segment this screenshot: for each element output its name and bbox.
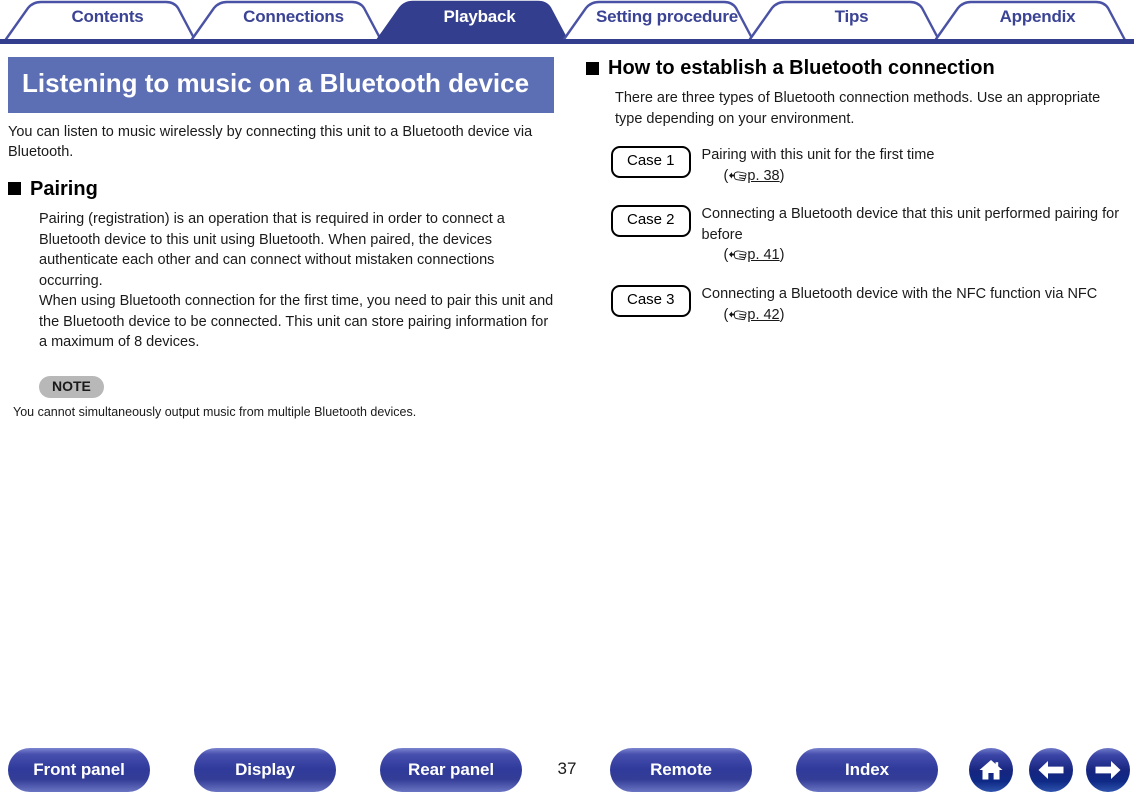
how-to-intro-paragraph: There are three types of Bluetooth conne…: [615, 90, 1101, 127]
footer-button-forward[interactable]: [1086, 748, 1130, 792]
footer-button-display[interactable]: Display: [194, 748, 336, 792]
page-link-text[interactable]: p. 42: [747, 307, 779, 323]
ref-close-paren: ): [779, 306, 785, 323]
arrow-left-icon: [1038, 761, 1064, 779]
case-chip-2[interactable]: Case 2: [611, 205, 691, 237]
tab-connections[interactable]: Connections: [216, 7, 371, 27]
case-page-reference-3[interactable]: ( p. 42): [724, 305, 1098, 328]
pointing-hand-icon: [728, 307, 747, 328]
footer-button-remote[interactable]: Remote: [610, 748, 752, 792]
tab-bar: Contents Connections Playback Setting pr…: [0, 0, 1134, 44]
case-row: Case 2 Connecting a Bluetooth device tha…: [611, 204, 1126, 268]
case-row: Case 3 Connecting a Bluetooth device wit…: [611, 284, 1126, 327]
pairing-paragraph-1: Pairing (registration) is an operation t…: [39, 210, 505, 289]
note-block: NOTE You cannot simultaneously output mu…: [13, 376, 554, 422]
ref-close-paren: ): [779, 247, 785, 264]
note-badge: NOTE: [39, 376, 104, 399]
case-description-2: Connecting a Bluetooth device that this …: [702, 204, 1126, 268]
right-column: How to establish a Bluetooth connection …: [586, 44, 1126, 343]
pairing-paragraph-2: When using Bluetooth connection for the …: [39, 293, 554, 351]
footer-button-front-panel[interactable]: Front panel: [8, 748, 150, 792]
tab-appendix[interactable]: Appendix: [960, 7, 1115, 27]
page-link-text[interactable]: p. 38: [747, 168, 779, 184]
square-bullet-icon: [8, 182, 21, 196]
chapter-title-banner: Listening to music on a Bluetooth device: [8, 57, 554, 113]
case-description-text: Connecting a Bluetooth device with the N…: [701, 286, 1098, 303]
page-number: 37: [557, 759, 577, 778]
case-description-text: Connecting a Bluetooth device that this …: [701, 206, 1120, 243]
tab-contents[interactable]: Contents: [30, 7, 185, 27]
section-heading-how-to-establish: How to establish a Bluetooth connection: [586, 57, 1126, 79]
footer-button-back[interactable]: [1029, 748, 1073, 792]
note-text: You cannot simultaneously output music f…: [13, 405, 417, 420]
left-column: Listening to music on a Bluetooth device…: [8, 44, 554, 422]
footer-button-rear-panel[interactable]: Rear panel: [380, 748, 522, 792]
section-heading-pairing: Pairing: [8, 178, 554, 200]
case-page-reference-2[interactable]: ( p. 41): [724, 245, 1126, 268]
case-description-1: Pairing with this unit for the first tim…: [702, 145, 935, 188]
square-bullet-icon: [586, 61, 599, 75]
case-page-reference-1[interactable]: ( p. 38): [724, 166, 935, 189]
tab-tips[interactable]: Tips: [774, 7, 929, 27]
case-chip-3[interactable]: Case 3: [611, 285, 691, 317]
pointing-hand-icon: [728, 168, 747, 189]
case-description-3: Connecting a Bluetooth device with the N…: [702, 284, 1098, 327]
page-link-text[interactable]: p. 41: [747, 247, 779, 263]
footer-bar: Front panel Display Rear panel 37 Remote…: [0, 744, 1134, 807]
ref-close-paren: ): [779, 167, 785, 184]
pointing-hand-icon: [728, 247, 747, 268]
section-title-text: Pairing: [30, 177, 98, 200]
footer-button-index[interactable]: Index: [796, 748, 938, 792]
section-title-text: How to establish a Bluetooth connection: [608, 57, 995, 79]
case-list: Case 1 Pairing with this unit for the fi…: [611, 145, 1126, 327]
case-row: Case 1 Pairing with this unit for the fi…: [611, 145, 1126, 188]
case-chip-1[interactable]: Case 1: [611, 146, 691, 178]
arrow-right-icon: [1095, 761, 1121, 779]
intro-paragraph: You can listen to music wirelessly by co…: [8, 123, 533, 161]
case-description-text: Pairing with this unit for the first tim…: [701, 147, 935, 164]
tab-setting-procedure[interactable]: Setting procedure: [583, 7, 751, 27]
tab-playback[interactable]: Playback: [402, 7, 557, 27]
page-body: Listening to music on a Bluetooth device…: [0, 44, 1134, 744]
footer-button-home[interactable]: [969, 748, 1013, 792]
home-icon: [979, 760, 1003, 780]
